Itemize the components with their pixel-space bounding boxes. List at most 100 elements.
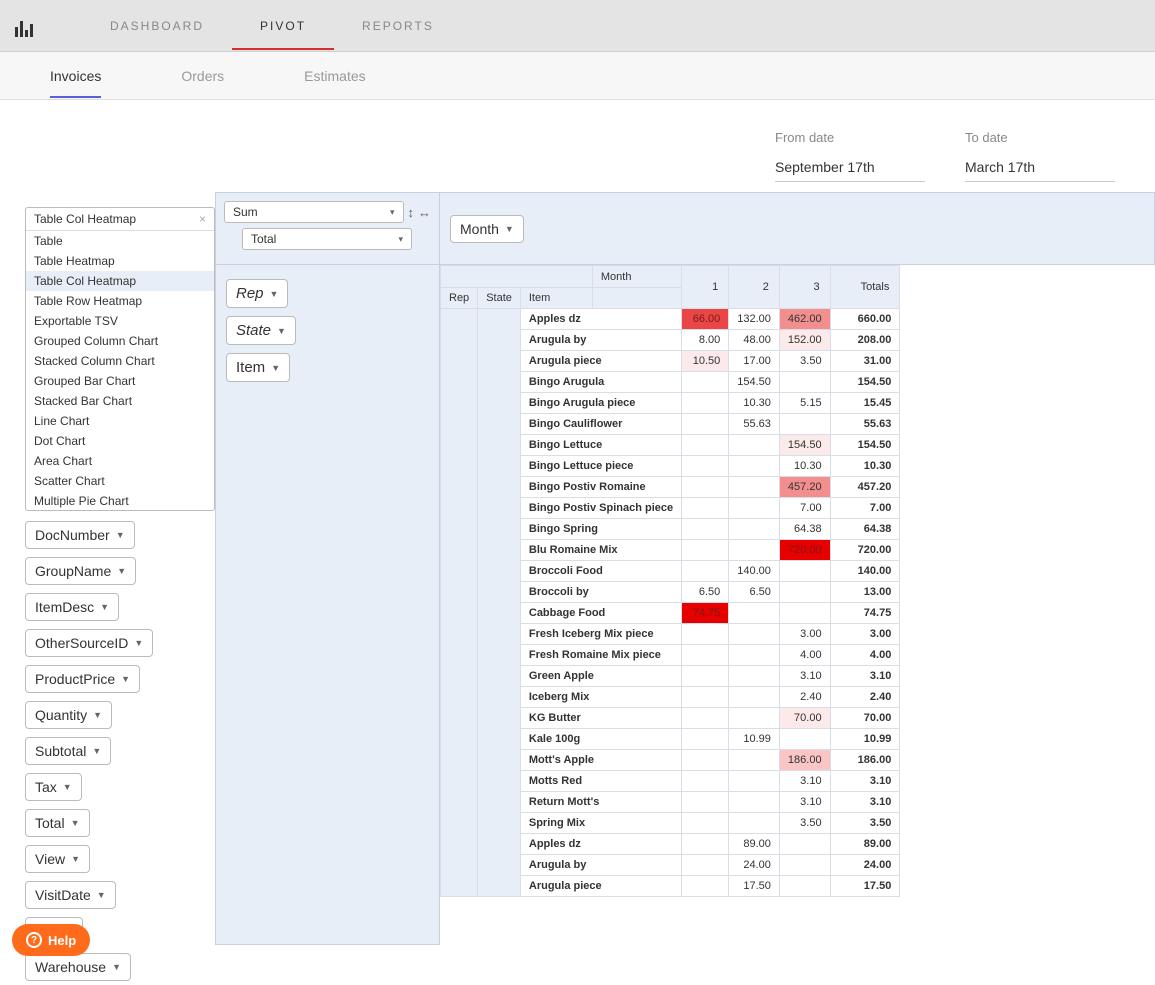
row-total: 2.40 xyxy=(830,687,900,708)
item-cell: Bingo Arugula xyxy=(520,372,681,393)
item-cell: KG Butter xyxy=(520,708,681,729)
row-total: 89.00 xyxy=(830,834,900,855)
month-group-header: Month xyxy=(592,266,681,288)
chart-type-option[interactable]: Table Col Heatmap xyxy=(26,271,214,291)
field-itemdesc[interactable]: ItemDesc▼ xyxy=(25,593,119,621)
row-total: 10.30 xyxy=(830,456,900,477)
value-cell: 24.00 xyxy=(729,855,780,876)
value-cell xyxy=(729,540,780,561)
item-cell: Bingo Postiv Spinach piece xyxy=(520,498,681,519)
value-cell xyxy=(682,834,729,855)
row-total: 74.75 xyxy=(830,603,900,624)
chart-type-option[interactable]: Grouped Bar Chart xyxy=(26,371,214,391)
value-cell: 48.00 xyxy=(729,330,780,351)
field-subtotal[interactable]: Subtotal▼ xyxy=(25,737,111,765)
value-cell: 3.10 xyxy=(779,771,830,792)
sub-tab-invoices[interactable]: Invoices xyxy=(50,54,101,98)
sub-tab-estimates[interactable]: Estimates xyxy=(304,54,365,98)
chart-type-option[interactable]: Grouped Column Chart xyxy=(26,331,214,351)
field-docnumber[interactable]: DocNumber▼ xyxy=(25,521,135,549)
field-total[interactable]: Total▼ xyxy=(25,809,90,837)
value-cell xyxy=(682,435,729,456)
to-date-input[interactable]: March 17th xyxy=(965,153,1115,182)
value-cell: 3.00 xyxy=(779,624,830,645)
aggregator-select[interactable]: Sum▾ xyxy=(224,201,404,223)
chart-type-option[interactable]: Multiple Pie Chart xyxy=(26,491,214,510)
aggregator-field-select[interactable]: Total▾ xyxy=(242,228,412,250)
value-cell xyxy=(729,792,780,813)
chart-type-option[interactable]: Dot Chart xyxy=(26,431,214,451)
value-cell xyxy=(682,708,729,729)
row-header-state[interactable]: State xyxy=(478,288,521,309)
chart-type-option[interactable]: Table xyxy=(26,231,214,251)
value-cell: 10.99 xyxy=(729,729,780,750)
row-header-rep[interactable]: Rep xyxy=(441,288,478,309)
row-field-rep[interactable]: Rep▼ xyxy=(226,279,288,308)
chart-type-option[interactable]: Exportable TSV xyxy=(26,311,214,331)
row-total: 70.00 xyxy=(830,708,900,729)
item-cell: Broccoli Food xyxy=(520,561,681,582)
value-cell xyxy=(682,519,729,540)
row-field-state[interactable]: State▼ xyxy=(226,316,296,345)
col-field-month[interactable]: Month▼ xyxy=(450,215,524,243)
item-cell: Arugula piece xyxy=(520,876,681,897)
value-cell: 17.50 xyxy=(729,876,780,897)
chart-type-dropdown[interactable]: Table Col Heatmap × TableTable Heatmap Ta… xyxy=(25,207,215,511)
value-cell: 4.00 xyxy=(779,645,830,666)
chart-type-option[interactable]: Scatter Chart xyxy=(26,471,214,491)
chart-type-option[interactable]: Area Chart xyxy=(26,451,214,471)
field-warehouse[interactable]: Warehouse▼ xyxy=(25,953,131,981)
value-cell: 186.00 xyxy=(779,750,830,771)
dropdown-close-icon[interactable]: × xyxy=(199,212,206,226)
value-cell: 140.00 xyxy=(729,561,780,582)
month-col-3[interactable]: 3 xyxy=(779,266,830,309)
value-cell: 3.10 xyxy=(779,792,830,813)
sub-tab-orders[interactable]: Orders xyxy=(181,54,224,98)
bar-chart-logo-icon xyxy=(15,15,37,37)
row-total: 31.00 xyxy=(830,351,900,372)
field-tax[interactable]: Tax▼ xyxy=(25,773,82,801)
field-groupname[interactable]: GroupName▼ xyxy=(25,557,136,585)
item-cell: Fresh Romaine Mix piece xyxy=(520,645,681,666)
value-cell: 462.00 xyxy=(779,309,830,330)
row-total: 186.00 xyxy=(830,750,900,771)
chart-type-option[interactable]: Table Heatmap xyxy=(26,251,214,271)
chart-type-option[interactable]: Table Row Heatmap xyxy=(26,291,214,311)
sort-rows-icon[interactable]: ↕ xyxy=(408,205,415,220)
from-date-input[interactable]: September 17th xyxy=(775,153,925,182)
item-cell: Bingo Postiv Romaine xyxy=(520,477,681,498)
value-cell xyxy=(729,813,780,834)
top-tab-dashboard[interactable]: DASHBOARD xyxy=(82,3,232,49)
value-cell: 70.00 xyxy=(779,708,830,729)
value-cell xyxy=(682,855,729,876)
item-cell: Fresh Iceberg Mix piece xyxy=(520,624,681,645)
value-cell: 10.30 xyxy=(729,393,780,414)
field-view[interactable]: View▼ xyxy=(25,845,90,873)
value-cell: 55.63 xyxy=(729,414,780,435)
field-productprice[interactable]: ProductPrice▼ xyxy=(25,665,140,693)
row-header-item[interactable]: Item xyxy=(520,288,592,309)
top-tab-pivot[interactable]: PIVOT xyxy=(232,3,334,49)
sort-cols-icon[interactable]: ↔ xyxy=(418,205,431,220)
chart-type-option[interactable]: Stacked Bar Chart xyxy=(26,391,214,411)
chart-type-option[interactable]: Line Chart xyxy=(26,411,214,431)
value-cell xyxy=(779,855,830,876)
month-col-2[interactable]: 2 xyxy=(729,266,780,309)
row-field-item[interactable]: Item▼ xyxy=(226,353,290,382)
chart-type-option[interactable]: Stacked Column Chart xyxy=(26,351,214,371)
value-cell: 7.00 xyxy=(779,498,830,519)
item-cell: Spring Mix xyxy=(520,813,681,834)
to-date-group: To date March 17th xyxy=(965,130,1115,182)
value-cell xyxy=(729,750,780,771)
row-fields-area[interactable]: Rep▼ State▼ Item▼ xyxy=(215,265,440,945)
field-visitdate[interactable]: VisitDate▼ xyxy=(25,881,116,909)
help-button[interactable]: ? Help xyxy=(12,924,90,956)
top-tab-reports[interactable]: REPORTS xyxy=(334,3,462,49)
item-cell: Arugula by xyxy=(520,855,681,876)
month-col-1[interactable]: 1 xyxy=(682,266,729,309)
row-total: 10.99 xyxy=(830,729,900,750)
item-cell: Bingo Lettuce piece xyxy=(520,456,681,477)
col-fields-area[interactable]: Month▼ xyxy=(440,192,1155,265)
field-othersourceid[interactable]: OtherSourceID▼ xyxy=(25,629,153,657)
field-quantity[interactable]: Quantity▼ xyxy=(25,701,112,729)
